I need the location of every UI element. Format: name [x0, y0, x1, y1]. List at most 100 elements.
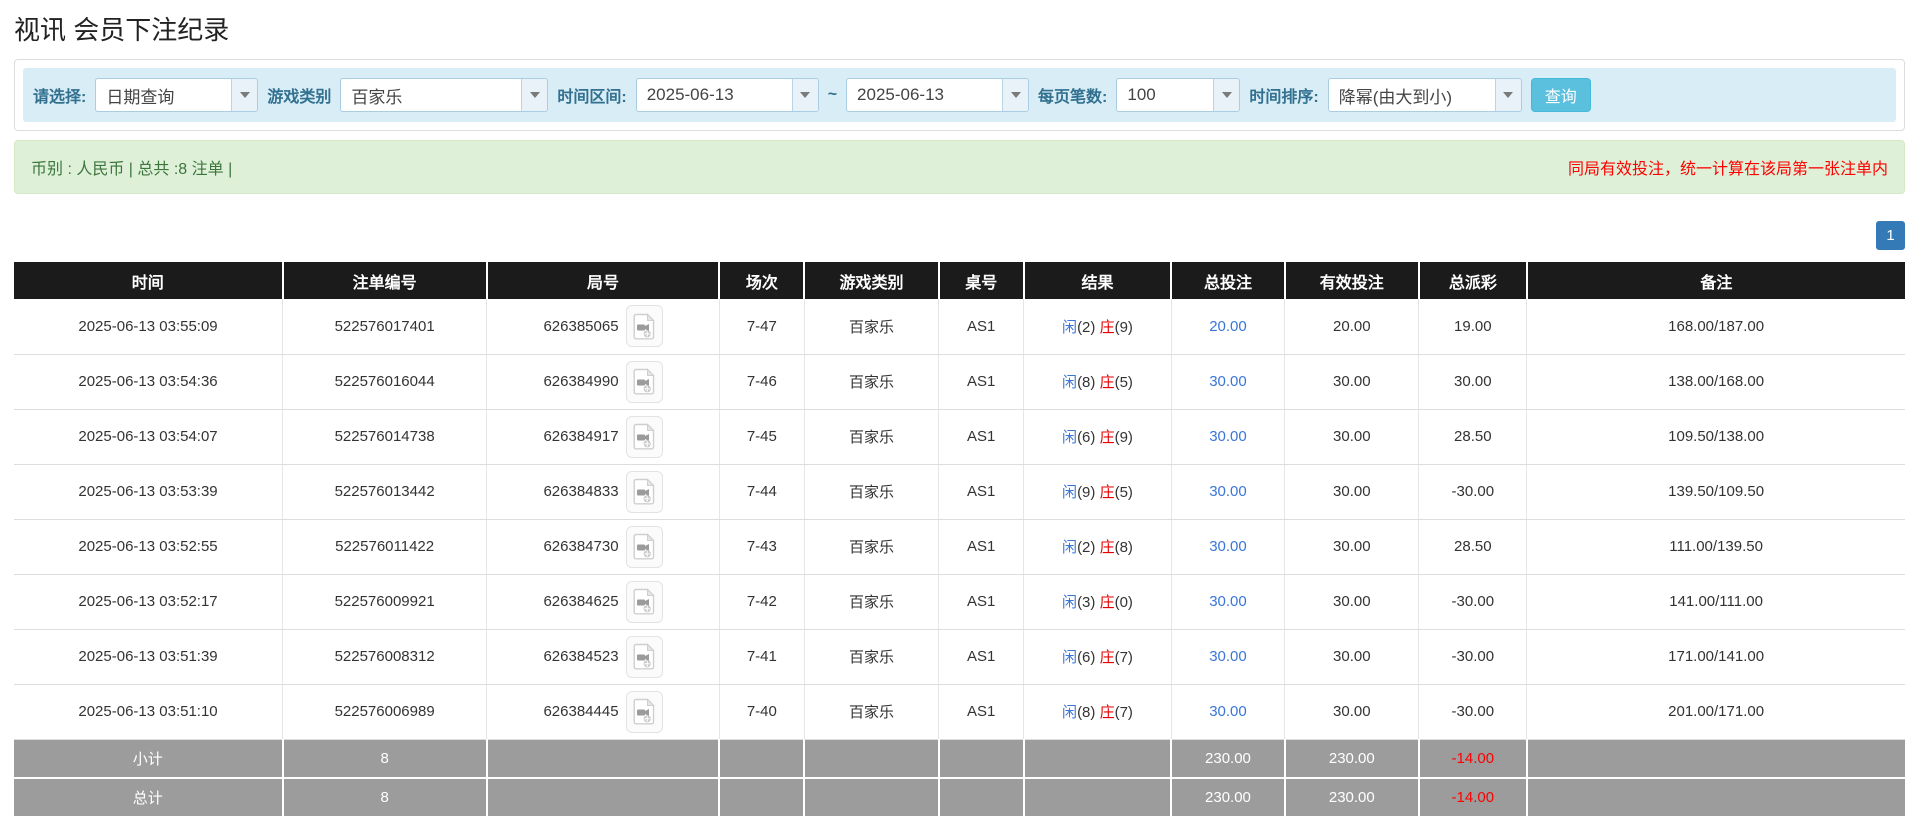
cell-remark: 171.00/141.00	[1527, 629, 1905, 684]
cell-total-bet: 30.00	[1171, 684, 1284, 739]
player-result-label: 闲	[1062, 319, 1077, 336]
video-file-icon	[633, 423, 655, 450]
cell-game: 百家乐	[804, 464, 938, 519]
cell-remark: 109.50/138.00	[1527, 409, 1905, 464]
query-button[interactable]: 查询	[1531, 78, 1591, 112]
player-result-label: 闲	[1062, 429, 1077, 446]
time-range-label: 时间区间:	[557, 83, 626, 107]
cell-footer-label: 总计	[14, 778, 283, 817]
cell-session: 7-45	[719, 409, 804, 464]
table-row: 2025-06-13 03:52:55522576011422626384730…	[14, 519, 1905, 574]
cell-total-bet: 30.00	[1171, 574, 1284, 629]
total-bet-link[interactable]: 30.00	[1209, 483, 1247, 500]
page-button-1[interactable]: 1	[1876, 221, 1905, 250]
video-replay-button[interactable]	[626, 361, 663, 403]
total-bet-link[interactable]: 30.00	[1209, 648, 1247, 665]
cell-time: 2025-06-13 03:54:36	[14, 354, 283, 409]
round-number: 626384523	[543, 648, 618, 665]
cell-payout: -30.00	[1419, 574, 1527, 629]
cell-payout: -14.00	[1419, 739, 1527, 778]
sort-order-select[interactable]: 降幂(由大到小)	[1328, 78, 1522, 112]
video-file-icon	[633, 643, 655, 670]
cell-result: 闲(6) 庄(9)	[1024, 409, 1171, 464]
cell-result: 闲(2) 庄(8)	[1024, 519, 1171, 574]
cell-game	[804, 739, 938, 778]
table-row: 2025-06-13 03:51:10522576006989626384445…	[14, 684, 1905, 739]
total-bet-link[interactable]: 30.00	[1209, 703, 1247, 720]
summary-bar: 币别 : 人民币 | 总共 :8 注单 | 同局有效投注，统一计算在该局第一张注…	[14, 140, 1905, 194]
total-bet-link[interactable]: 30.00	[1209, 373, 1247, 390]
chevron-down-icon	[1002, 79, 1028, 111]
video-replay-button[interactable]	[626, 526, 663, 568]
cell-valid-bet: 30.00	[1285, 629, 1419, 684]
query-type-select[interactable]: 日期查询	[95, 78, 258, 112]
cell-round: 626384445	[487, 684, 720, 739]
table-row: 2025-06-13 03:54:07522576014738626384917…	[14, 409, 1905, 464]
table-row: 2025-06-13 03:52:17522576009921626384625…	[14, 574, 1905, 629]
cell-time: 2025-06-13 03:52:17	[14, 574, 283, 629]
video-replay-button[interactable]	[626, 471, 663, 513]
column-header-game: 游戏类别	[804, 262, 938, 299]
cell-game: 百家乐	[804, 409, 938, 464]
cell-result: 闲(6) 庄(7)	[1024, 629, 1171, 684]
cell-game: 百家乐	[804, 354, 938, 409]
page-size-select[interactable]: 100	[1116, 78, 1240, 112]
round-number: 626384990	[543, 373, 618, 390]
table-row: 2025-06-13 03:53:39522576013442626384833…	[14, 464, 1905, 519]
cell-total-bet: 20.00	[1171, 299, 1284, 354]
cell-game: 百家乐	[804, 629, 938, 684]
total-bet-link[interactable]: 30.00	[1209, 538, 1247, 555]
cell-total-bet: 30.00	[1171, 519, 1284, 574]
cell-remark: 138.00/168.00	[1527, 354, 1905, 409]
page-size-value: 100	[1117, 85, 1213, 105]
banker-result-label: 庄	[1100, 429, 1115, 446]
video-replay-button[interactable]	[626, 636, 663, 678]
cell-remark	[1527, 778, 1905, 817]
table-header: 时间注单编号局号场次游戏类别桌号结果总投注有效投注总派彩备注	[14, 262, 1905, 299]
game-category-select[interactable]: 百家乐	[340, 78, 548, 112]
cell-game: 百家乐	[804, 684, 938, 739]
total-bet-link[interactable]: 20.00	[1209, 318, 1247, 335]
cell-total-bet: 230.00	[1171, 739, 1284, 778]
chevron-down-icon	[521, 79, 547, 111]
video-replay-button[interactable]	[626, 305, 663, 347]
total-bet-link[interactable]: 30.00	[1209, 593, 1247, 610]
banker-result-label: 庄	[1100, 319, 1115, 336]
video-replay-button[interactable]	[626, 691, 663, 733]
chevron-down-icon	[1495, 79, 1521, 111]
cell-total-bet: 30.00	[1171, 629, 1284, 684]
cell-session: 7-43	[719, 519, 804, 574]
column-header-bet-id: 注单编号	[283, 262, 487, 299]
column-header-time: 时间	[14, 262, 283, 299]
cell-total-bet: 30.00	[1171, 464, 1284, 519]
cell-remark: 139.50/109.50	[1527, 464, 1905, 519]
round-number: 626384917	[543, 428, 618, 445]
column-header-payout: 总派彩	[1419, 262, 1527, 299]
cell-valid-bet: 20.00	[1285, 299, 1419, 354]
cell-table-no: AS1	[939, 574, 1024, 629]
cell-round	[487, 778, 720, 817]
banker-result-label: 庄	[1100, 649, 1115, 666]
cell-session: 7-47	[719, 299, 804, 354]
video-file-icon	[633, 533, 655, 560]
cell-payout: -30.00	[1419, 684, 1527, 739]
filter-bar: 请选择: 日期查询 游戏类别 百家乐 时间区间: 2025-06-13 ~ 20…	[23, 68, 1896, 122]
video-replay-button[interactable]	[626, 416, 663, 458]
cell-result: 闲(8) 庄(5)	[1024, 354, 1171, 409]
cell-remark: 111.00/139.50	[1527, 519, 1905, 574]
video-replay-button[interactable]	[626, 581, 663, 623]
game-category-label: 游戏类别	[267, 83, 331, 107]
date-from-select[interactable]: 2025-06-13	[636, 78, 819, 112]
date-to-select[interactable]: 2025-06-13	[846, 78, 1029, 112]
page-title: 视讯 会员下注纪录	[14, 10, 1905, 47]
player-result-label: 闲	[1062, 649, 1077, 666]
table-row: 2025-06-13 03:55:09522576017401626385065…	[14, 299, 1905, 354]
cell-time: 2025-06-13 03:51:10	[14, 684, 283, 739]
banker-result-label: 庄	[1100, 374, 1115, 391]
banker-result-label: 庄	[1100, 484, 1115, 501]
cell-table-no: AS1	[939, 464, 1024, 519]
cell-round: 626384625	[487, 574, 720, 629]
total-bet-link[interactable]: 30.00	[1209, 428, 1247, 445]
pagination: 1	[14, 221, 1905, 250]
sort-order-label: 时间排序:	[1249, 83, 1318, 107]
